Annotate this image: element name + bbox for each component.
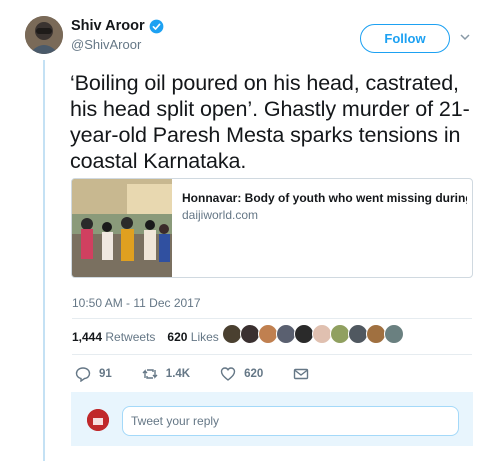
- direct-message-action[interactable]: [293, 366, 309, 382]
- liker-avatar[interactable]: [330, 324, 350, 344]
- reply-input[interactable]: [122, 406, 459, 436]
- reply-icon: [75, 367, 91, 382]
- card-domain: daijiworld.com: [182, 208, 259, 222]
- liker-avatar[interactable]: [312, 324, 332, 344]
- liker-avatar[interactable]: [222, 324, 242, 344]
- thread-line: [43, 60, 45, 461]
- divider: [72, 318, 472, 319]
- liker-avatar[interactable]: [348, 324, 368, 344]
- envelope-icon: [294, 368, 309, 380]
- reply-action[interactable]: 91: [75, 366, 112, 382]
- retweet-icon: [142, 369, 158, 379]
- retweet-action[interactable]: 1.4K: [142, 366, 190, 382]
- author-display-name[interactable]: Shiv Aroor: [71, 18, 145, 34]
- tweet-stats: 1,444 Retweets 620 Likes: [72, 330, 219, 344]
- reply-count: 91: [99, 368, 112, 380]
- liker-avatar[interactable]: [258, 324, 278, 344]
- tweet-actions: 91 1.4K 620: [75, 366, 339, 382]
- likes-stat[interactable]: 620 Likes: [167, 330, 218, 344]
- like-count: 620: [244, 368, 264, 380]
- author-avatar[interactable]: [25, 16, 63, 54]
- current-user-avatar: [87, 409, 109, 431]
- tweet-header: Shiv Aroor @ShivAroor Follow: [25, 16, 485, 60]
- liker-avatar[interactable]: [384, 324, 404, 344]
- verified-badge-icon: [149, 19, 163, 33]
- author-handle[interactable]: @ShivAroor: [71, 37, 164, 52]
- author-info: Shiv Aroor @ShivAroor: [71, 18, 164, 52]
- liker-avatar[interactable]: [240, 324, 260, 344]
- like-action[interactable]: 620: [220, 366, 263, 382]
- liker-avatar[interactable]: [366, 324, 386, 344]
- retweet-count: 1.4K: [165, 368, 191, 380]
- follow-button[interactable]: Follow: [360, 24, 450, 53]
- heart-icon: [220, 367, 236, 381]
- card-thumbnail: [72, 179, 172, 277]
- liker-avatar[interactable]: [276, 324, 296, 344]
- tweet-timestamp[interactable]: 10:50 AM - 11 Dec 2017: [72, 296, 201, 310]
- liker-avatars: [222, 324, 404, 344]
- tweet-text: ‘Boiling oil poured on his head, castrat…: [70, 71, 470, 173]
- liker-avatar[interactable]: [294, 324, 314, 344]
- link-card[interactable]: Honnavar: Body of youth who went missing…: [71, 178, 473, 278]
- divider: [72, 354, 472, 355]
- chevron-down-icon[interactable]: [458, 30, 472, 44]
- retweets-stat[interactable]: 1,444 Retweets: [72, 330, 155, 344]
- reply-composer: [71, 392, 473, 446]
- card-title: Honnavar: Body of youth who went missing…: [182, 191, 467, 205]
